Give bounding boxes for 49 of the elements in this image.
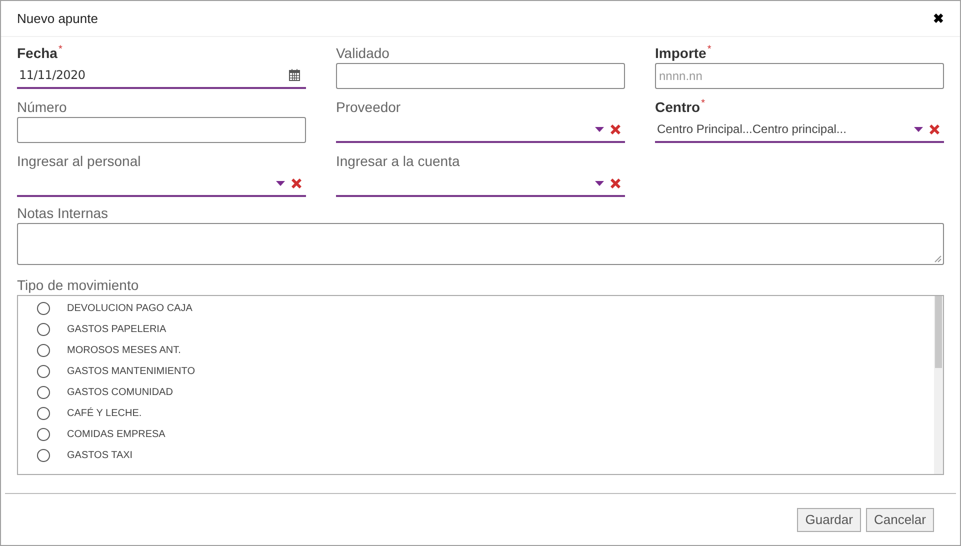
text-input[interactable] [17,117,306,143]
required-mark: * [707,43,712,57]
option-label: CAFÉ Y LECHE. [67,406,142,421]
option-label: GASTOS COMUNIDAD [67,386,173,400]
radio-button[interactable] [37,449,50,462]
field-label: Fecha [17,44,58,63]
clear-icon[interactable] [610,178,621,188]
caret-icon [276,180,285,186]
option-label: DEVOLUCION PAGO CAJA [67,302,192,316]
caret-icon [595,180,604,186]
clear-icon[interactable] [929,124,940,134]
option-label: MOROSOS MESES ANT. [67,344,181,358]
field-label: Importe [655,44,706,63]
dialog-button[interactable]: Cancelar [866,508,934,532]
window-title: Nuevo apunte [17,10,98,28]
date-field[interactable]: 11/11/2020 [17,63,306,89]
field-label: Número [17,98,67,117]
required-mark: * [58,43,62,57]
field-label: Ingresar al personal [17,152,141,171]
radio-button[interactable] [37,323,50,336]
radio-button[interactable] [37,365,50,378]
radio-button[interactable] [37,302,50,315]
field-label: Centro [655,98,700,117]
option-label: GASTOS TAXI [67,449,133,463]
option-label: COMIDAS EMPRESA [67,428,166,442]
dialog-button[interactable]: Guardar [797,508,861,532]
radio-button[interactable] [37,344,50,357]
field-label: Tipo de movimiento [17,276,140,295]
field-label: Proveedor [336,98,401,117]
resize-grip-icon [934,255,942,263]
radio-button[interactable] [37,428,50,441]
required-mark: * [701,97,706,111]
option-label: GASTOS PAPELERIA [67,323,166,337]
radio-button[interactable] [37,407,50,420]
field-label: Validado [336,44,390,63]
caret-icon [595,126,604,132]
text-input[interactable] [336,63,625,89]
radio-button[interactable] [37,386,50,399]
field-label: Notas Internas [17,204,110,223]
close-button[interactable]: ✖ [933,12,944,25]
caret-icon [914,126,923,132]
field-label: Ingresar a la cuenta [336,152,460,171]
dropdown-field[interactable]: Centro Principal...Centro principal... [655,117,944,143]
clear-icon[interactable] [291,178,302,188]
calendar-icon[interactable] [289,69,300,81]
option-label: GASTOS MANTENIMIENTO [67,365,195,379]
notes-textarea[interactable] [17,223,944,265]
scrollbar-thumb[interactable] [935,296,942,368]
clear-icon[interactable] [610,124,621,134]
